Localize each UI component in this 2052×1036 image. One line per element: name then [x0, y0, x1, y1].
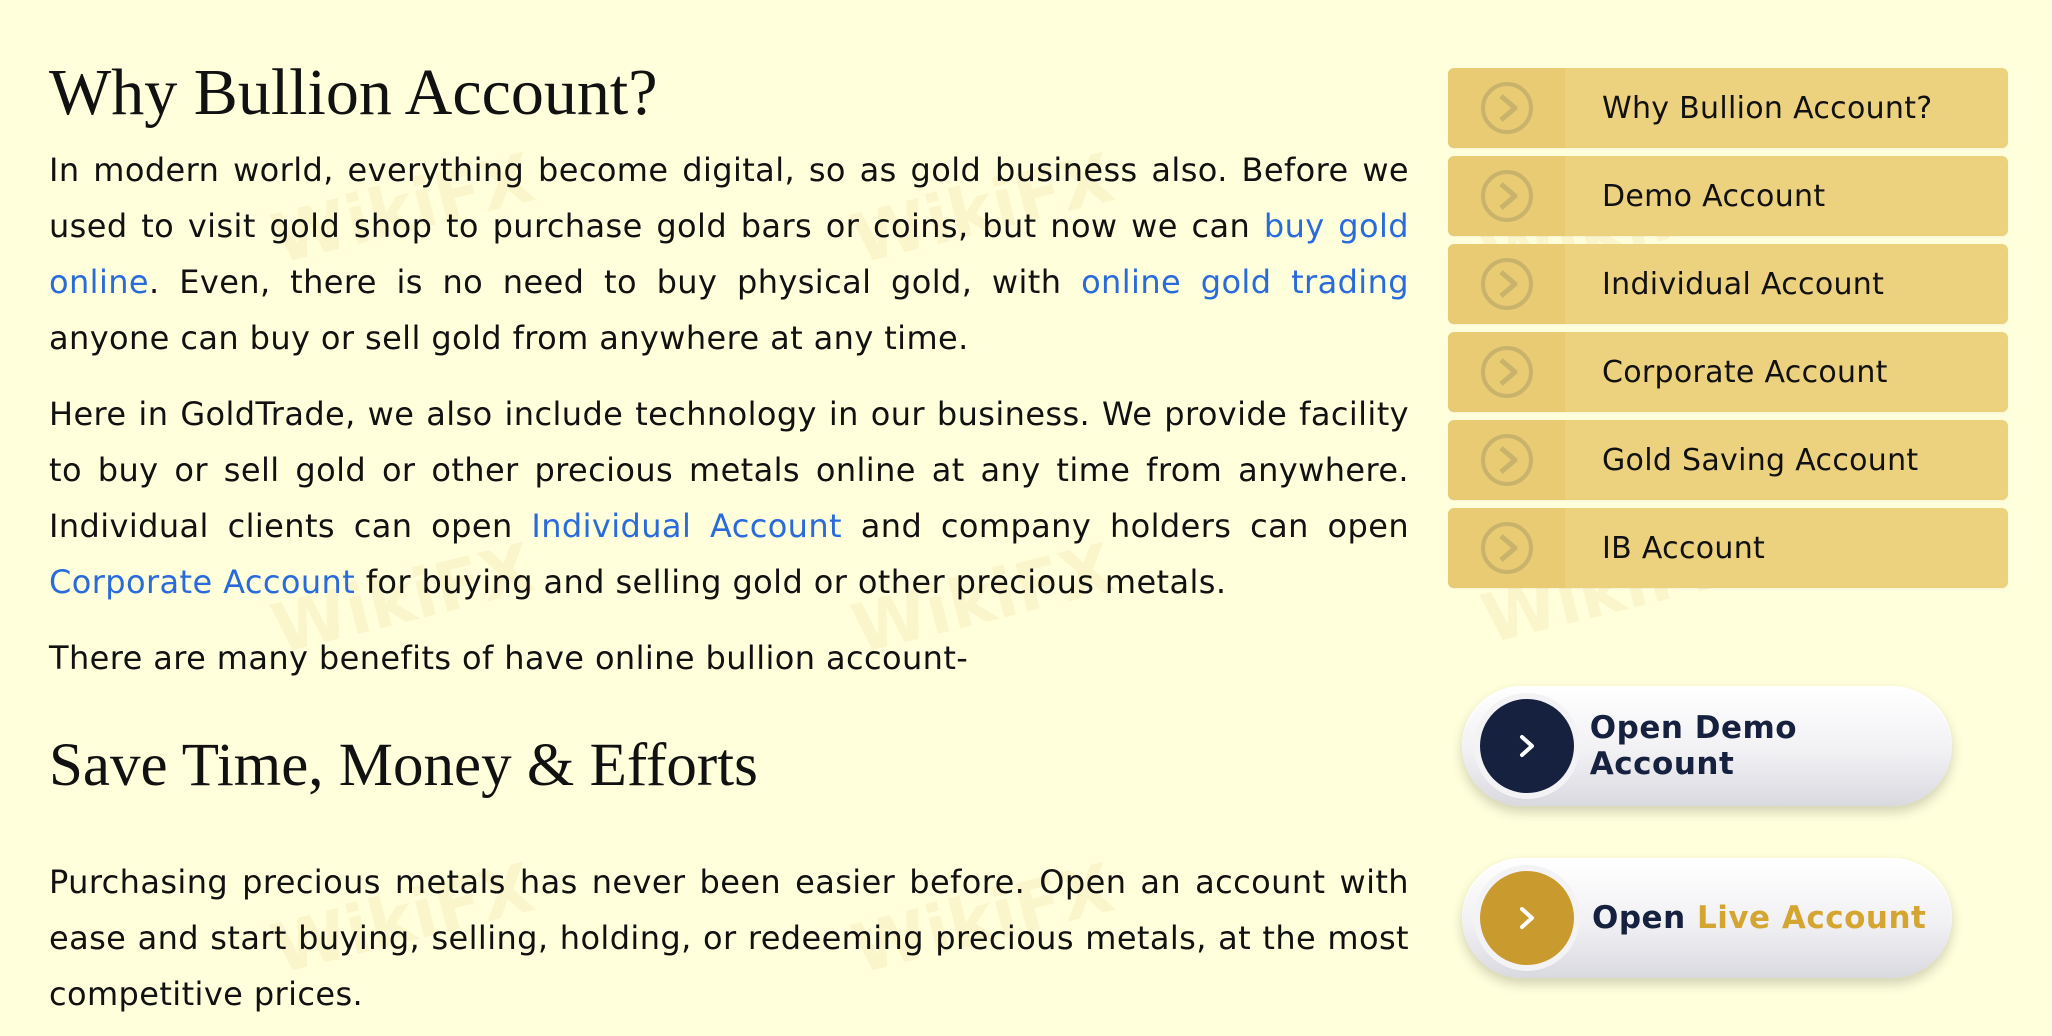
sidebar-item-label: Individual Account: [1602, 266, 1885, 302]
label-highlight: Live Account: [1696, 900, 1927, 936]
main-content: Why Bullion Account? In modern world, ev…: [49, 48, 1409, 1022]
open-demo-account-button[interactable]: Open Demo Account: [1462, 686, 1952, 806]
sidebar-item-label: IB Account: [1602, 530, 1766, 566]
open-demo-account-label: Open Demo Account: [1589, 710, 1798, 782]
individual-account-link[interactable]: Individual Account: [531, 507, 842, 545]
sidebar-item-label: Gold Saving Account: [1602, 442, 1919, 478]
sidebar-nav: Why Bullion Account? Demo Account Indivi…: [1448, 68, 2008, 596]
paragraph-text: . Even, there is no need to buy physical…: [149, 263, 1082, 301]
sidebar-item-label: Demo Account: [1602, 178, 1826, 214]
paragraph-text: and company holders can open: [842, 507, 1409, 545]
corporate-account-link[interactable]: Corporate Account: [49, 563, 355, 601]
chevron-circle-right-icon: [1480, 434, 1533, 486]
chevron-right-icon: [1520, 907, 1534, 929]
page-title: Why Bullion Account?: [49, 56, 658, 129]
sidebar-item-corporate-account[interactable]: Corporate Account: [1448, 332, 2008, 412]
section-heading: Save Time, Money & Efforts: [49, 732, 758, 799]
paragraph-text: for buying and selling gold or other pre…: [355, 563, 1227, 601]
sidebar-item-why-bullion-account[interactable]: Why Bullion Account?: [1448, 68, 2008, 148]
sidebar-item-label: Corporate Account: [1602, 354, 1888, 390]
chevron-circle-right-icon: [1480, 258, 1533, 310]
sidebar-item-label: Why Bullion Account?: [1602, 90, 1933, 126]
paragraph-text: In modern world, everything become digit…: [49, 151, 1409, 245]
sidebar-item-individual-account[interactable]: Individual Account: [1448, 244, 2008, 324]
goldtrade-paragraph: Here in GoldTrade, we also include techn…: [49, 386, 1409, 610]
sidebar-item-ib-account[interactable]: IB Account: [1448, 508, 2008, 588]
benefits-paragraph: There are many benefits of have online b…: [49, 639, 969, 677]
open-live-account-button[interactable]: Open Live Account: [1462, 858, 1952, 978]
chevron-circle-right-icon: [1480, 522, 1533, 574]
purchasing-paragraph: Purchasing precious metals has never bee…: [49, 863, 1409, 1013]
label-prefix: Open: [1592, 900, 1697, 936]
chevron-right-icon: [1519, 735, 1534, 757]
paragraph-text: anyone can buy or sell gold from anywher…: [49, 319, 969, 357]
sidebar-item-demo-account[interactable]: Demo Account: [1448, 156, 2008, 236]
chevron-circle-right-icon: [1480, 82, 1533, 134]
intro-paragraph: In modern world, everything become digit…: [49, 142, 1409, 366]
online-gold-trading-link[interactable]: online gold trading: [1081, 263, 1409, 301]
open-live-account-label: Open Live Account: [1592, 900, 1926, 936]
sidebar-item-gold-saving-account[interactable]: Gold Saving Account: [1448, 420, 2008, 500]
chevron-circle-right-icon: [1480, 170, 1533, 222]
chevron-circle-right-icon: [1480, 346, 1533, 398]
